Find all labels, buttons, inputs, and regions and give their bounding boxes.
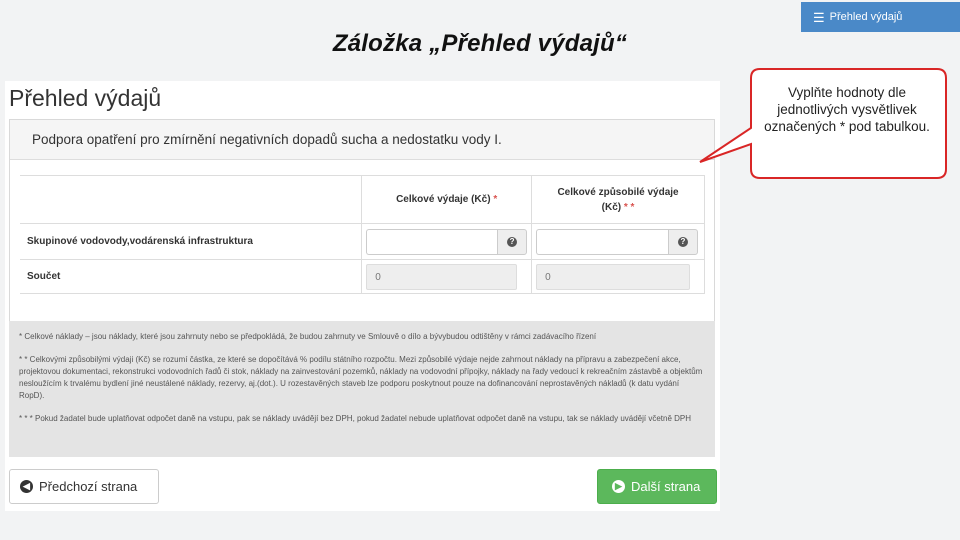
eligible-expenses-cell: ? — [531, 223, 705, 260]
app-screenshot: Přehled výdajů Podpora opatření pro zmír… — [5, 81, 720, 511]
footnote: * * Celkovými způsobilými výdaji (Kč) se… — [19, 355, 703, 400]
slide-title: Záložka „Přehled výdajů“ — [332, 30, 628, 57]
header-total-label: Celkové výdaje (Kč) — [396, 194, 491, 205]
top-tab-prehled-vydaju[interactable]: ☰ Přehled výdajů — [801, 2, 960, 32]
eligible-expenses-input-group: ? — [536, 228, 698, 255]
previous-page-button[interactable]: ◀ Předchozí strana — [9, 469, 159, 504]
arrow-left-icon: ◀ — [20, 480, 33, 493]
top-tab-label: Přehled výdajů — [829, 11, 903, 23]
instruction-callout: Vyplňte hodnoty dle jednotlivých vysvětl… — [699, 68, 947, 179]
expense-table: Celkové výdaje (Kč) * Celkové způsobilé … — [20, 175, 705, 294]
total-expenses-input[interactable] — [366, 228, 498, 255]
header-eligible-label: Celkové způsobilé výdaje (Kč) — [557, 186, 679, 213]
help-button[interactable]: ? — [497, 228, 528, 255]
previous-page-label: Předchozí strana — [39, 479, 138, 494]
list-icon: ☰ — [813, 9, 825, 25]
table-row: Skupinové vodovody,vodárenská infrastruk… — [20, 223, 705, 260]
footnote: * Celkové náklady – jsou náklady, které … — [19, 332, 597, 341]
table-row: Součet 0 0 — [20, 259, 705, 294]
expense-panel: Podpora opatření pro zmírnění negativníc… — [9, 119, 715, 355]
required-marker: * * — [623, 201, 635, 213]
row-label: Součet — [20, 259, 363, 294]
page-heading: Přehled výdajů — [9, 85, 162, 111]
required-marker: * — [493, 194, 498, 205]
empty-header-cell — [20, 175, 363, 224]
row-label: Skupinové vodovody,vodárenská infrastruk… — [20, 223, 363, 260]
total-expenses-input-group: ? — [366, 228, 528, 255]
footnote: * * * Pokud žadatel bude uplatňovat odpo… — [19, 414, 692, 423]
sum-eligible-value: 0 — [536, 263, 690, 290]
arrow-right-icon: ▶ — [612, 480, 625, 493]
footnotes: * Celkové náklady – jsou náklady, které … — [9, 321, 715, 457]
sum-eligible-cell: 0 — [531, 259, 705, 294]
header-total-expenses: Celkové výdaje (Kč) * — [361, 175, 533, 224]
panel-title: Podpora opatření pro zmírnění negativníc… — [10, 120, 714, 160]
question-icon: ? — [507, 236, 518, 247]
total-expenses-cell: ? — [361, 223, 533, 260]
sum-total-cell: 0 — [361, 259, 533, 294]
eligible-expenses-input[interactable] — [536, 228, 668, 255]
question-icon: ? — [678, 236, 688, 247]
help-button[interactable]: ? — [668, 228, 698, 255]
next-page-label: Další strana — [631, 479, 701, 494]
sum-total-value: 0 — [366, 263, 518, 290]
header-eligible-expenses: Celkové způsobilé výdaje (Kč) * * — [531, 175, 705, 224]
callout-text: Vyplňte hodnoty dle jednotlivých vysvětl… — [764, 85, 930, 134]
next-page-button[interactable]: ▶ Další strana — [597, 469, 717, 504]
